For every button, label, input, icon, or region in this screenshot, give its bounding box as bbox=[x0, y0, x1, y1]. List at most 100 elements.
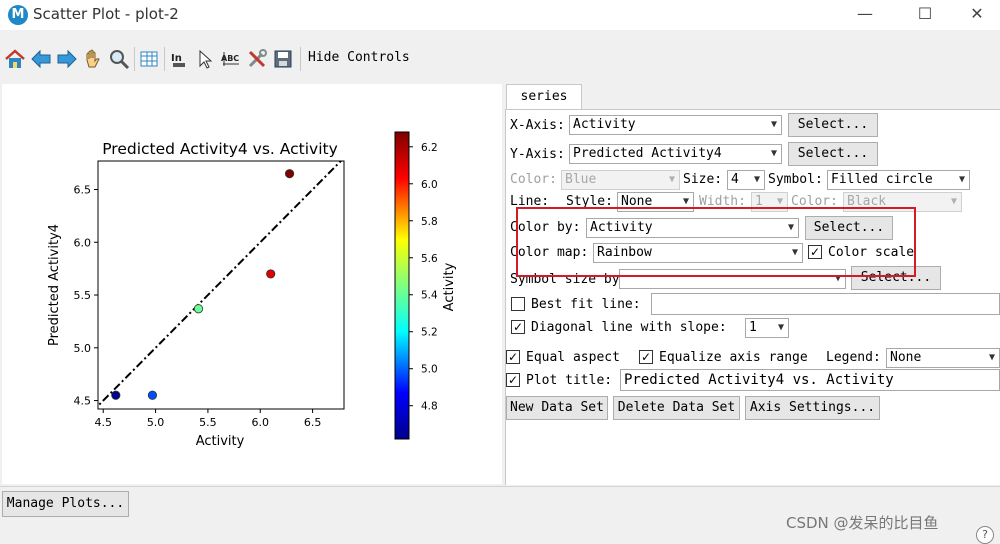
plot-title-label: Plot title: bbox=[526, 373, 613, 388]
chevron-down-icon: ▼ bbox=[950, 196, 957, 207]
plot-title-checkbox[interactable]: ✓ bbox=[506, 373, 520, 387]
import-icon[interactable]: In bbox=[168, 48, 190, 70]
title-bar: M Scatter Plot - plot-2 — ☐ ✕ bbox=[0, 0, 1000, 30]
legend-selected-value: None bbox=[890, 350, 922, 365]
plot-pane: Predicted Activity4 vs. Activity 4.5 5.0 5… bbox=[2, 84, 502, 484]
chevron-down-icon: ▼ bbox=[753, 174, 760, 185]
x-tick-label: 5.0 bbox=[147, 416, 165, 429]
diagonal-slope-dropdown[interactable]: 1 ▼ bbox=[745, 318, 789, 338]
x-axis-field-label: X-Axis: bbox=[510, 118, 565, 133]
colorbar-tick-label: 5.6 bbox=[421, 253, 438, 265]
y-tick-label: 5.0 bbox=[74, 342, 92, 355]
equalize-axis-range-checkbox[interactable]: ✓ bbox=[639, 350, 653, 364]
tools-icon[interactable] bbox=[246, 48, 268, 70]
y-axis-dropdown[interactable]: Predicted Activity4 ▼ bbox=[569, 144, 782, 164]
manage-plots-button[interactable]: Manage Plots... bbox=[2, 491, 129, 517]
x-axis-select-button[interactable]: Select... bbox=[788, 113, 878, 137]
chart-title: Predicted Activity4 vs. Activity bbox=[102, 140, 338, 158]
close-button[interactable]: ✕ bbox=[954, 0, 1000, 30]
highlight-box bbox=[516, 207, 916, 277]
chevron-down-icon: ▼ bbox=[770, 148, 777, 159]
colorbar-tick-label: 6.0 bbox=[421, 179, 438, 191]
chevron-down-icon: ▼ bbox=[958, 174, 965, 185]
chevron-down-icon: ▼ bbox=[668, 174, 675, 185]
plot-frame bbox=[97, 160, 345, 410]
data-point bbox=[284, 169, 295, 179]
colorbar-label: Activity bbox=[442, 262, 457, 311]
maximize-button[interactable]: ☐ bbox=[902, 0, 948, 30]
colorbar-tick-label: 5.0 bbox=[421, 364, 438, 376]
diagonal-line-checkbox[interactable]: ✓ bbox=[511, 320, 525, 334]
x-tick-label: 4.5 bbox=[94, 416, 112, 429]
y-tick-label: 6.5 bbox=[74, 183, 92, 196]
y-axis-select-button[interactable]: Select... bbox=[788, 142, 878, 166]
y-axis-label: Predicted Activity4 bbox=[47, 224, 62, 346]
size-field-label: Size: bbox=[683, 172, 723, 187]
colorbar-tick-label: 5.8 bbox=[421, 216, 438, 228]
y-axis-selected-value: Predicted Activity4 bbox=[573, 146, 722, 161]
y-axis-ticks: 4.5 5.0 5.5 6.0 6.5 bbox=[74, 183, 98, 408]
hide-controls-button[interactable]: Hide Controls bbox=[308, 50, 410, 65]
svg-text:In: In bbox=[171, 53, 182, 64]
toolbar-separator bbox=[164, 47, 165, 71]
colorbar-tick-label: 6.2 bbox=[421, 142, 438, 154]
y-tick-label: 4.5 bbox=[74, 395, 92, 408]
chevron-down-icon: ▼ bbox=[770, 119, 777, 130]
x-tick-label: 6.0 bbox=[252, 416, 270, 429]
legend-field-label: Legend: bbox=[826, 350, 881, 365]
select-pointer-icon[interactable] bbox=[194, 48, 216, 70]
app-logo-icon: M bbox=[8, 5, 28, 25]
toolbar-separator bbox=[300, 47, 301, 71]
colorbar-tick-label: 4.8 bbox=[421, 401, 438, 413]
forward-arrow-icon[interactable] bbox=[56, 48, 78, 70]
equal-aspect-checkbox[interactable]: ✓ bbox=[506, 350, 520, 364]
delete-data-set-button[interactable]: Delete Data Set bbox=[613, 396, 740, 420]
scatter-chart[interactable]: Predicted Activity4 vs. Activity 4.5 5.0 5… bbox=[2, 84, 502, 484]
x-axis-selected-value: Activity bbox=[573, 117, 636, 132]
diagonal-slope-selected-value: 1 bbox=[749, 320, 757, 335]
y-axis-field-label: Y-Axis: bbox=[510, 147, 565, 162]
legend-dropdown[interactable]: None ▼ bbox=[886, 348, 1000, 368]
chevron-down-icon: ▼ bbox=[988, 352, 995, 363]
color-dropdown[interactable]: Blue ▼ bbox=[561, 170, 680, 190]
bottom-divider bbox=[0, 486, 1000, 487]
data-point bbox=[266, 269, 276, 279]
tab-series[interactable]: series bbox=[506, 84, 582, 110]
minimize-button[interactable]: — bbox=[842, 0, 888, 30]
color-field-label: Color: bbox=[510, 172, 557, 187]
toolbar: In ABC Hide Controls bbox=[0, 40, 1000, 76]
colorbar bbox=[394, 131, 410, 440]
label-abc-icon[interactable]: ABC bbox=[220, 48, 242, 70]
x-axis-label: Activity bbox=[196, 434, 245, 449]
best-fit-line-checkbox[interactable] bbox=[511, 297, 525, 311]
window-title: Scatter Plot - plot-2 bbox=[33, 5, 179, 23]
data-point bbox=[147, 390, 158, 400]
size-dropdown[interactable]: 4 ▼ bbox=[727, 170, 765, 190]
back-arrow-icon[interactable] bbox=[30, 48, 52, 70]
new-data-set-button[interactable]: New Data Set bbox=[506, 396, 608, 420]
diagonal-line-label: Diagonal line with slope: bbox=[531, 320, 727, 335]
symbol-selected-value: Filled circle bbox=[831, 172, 933, 187]
x-tick-label: 5.5 bbox=[199, 416, 217, 429]
size-selected-value: 4 bbox=[731, 172, 739, 187]
zoom-icon[interactable] bbox=[108, 48, 130, 70]
table-icon[interactable] bbox=[138, 48, 160, 70]
symbol-field-label: Symbol: bbox=[768, 172, 823, 187]
best-fit-line-input[interactable] bbox=[651, 293, 1000, 315]
pan-hand-icon[interactable] bbox=[82, 48, 104, 70]
save-icon[interactable] bbox=[272, 48, 294, 70]
symbol-dropdown[interactable]: Filled circle ▼ bbox=[827, 170, 970, 190]
toolbar-separator bbox=[134, 47, 135, 71]
best-fit-line-label: Best fit line: bbox=[531, 297, 641, 312]
help-icon[interactable]: ? bbox=[976, 526, 994, 544]
axis-settings-button[interactable]: Axis Settings... bbox=[745, 396, 880, 420]
home-icon[interactable] bbox=[4, 48, 26, 70]
x-tick-label: 6.5 bbox=[304, 416, 322, 429]
watermark-text: CSDN @发呆的比目鱼 bbox=[786, 514, 939, 532]
y-tick-label: 6.0 bbox=[74, 236, 92, 249]
y-tick-label: 5.5 bbox=[74, 289, 92, 302]
plot-title-input[interactable]: Predicted Activity4 vs. Activity bbox=[620, 369, 1000, 391]
equalize-axis-range-label: Equalize axis range bbox=[659, 350, 808, 365]
x-axis-dropdown[interactable]: Activity ▼ bbox=[569, 115, 782, 135]
chevron-down-icon: ▼ bbox=[777, 322, 784, 333]
